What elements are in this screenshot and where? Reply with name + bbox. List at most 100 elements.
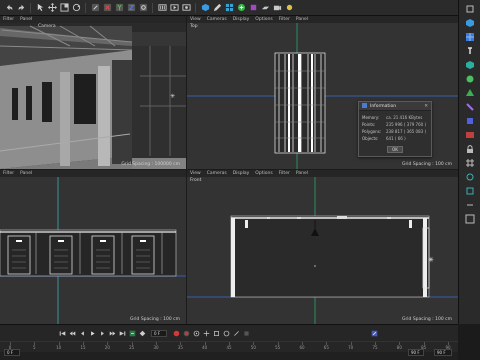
render-picture-viewer-icon[interactable] (169, 3, 179, 13)
solo-icon[interactable] (464, 171, 475, 182)
keyframe-selection-icon[interactable] (192, 329, 200, 337)
timeline-ruler[interactable]: 0 5 10 15 20 25 30 35 40 45 50 55 60 65 70 75 80 85 90 (0, 341, 458, 351)
layout-icon[interactable] (464, 213, 475, 224)
lock-icon[interactable] (464, 143, 475, 154)
front-viewport[interactable]: ✳ View Cameras Display Options Filter Pa… (187, 170, 458, 324)
x-axis-icon[interactable] (102, 3, 112, 13)
scale-key-icon[interactable] (212, 329, 220, 337)
viewport-solo-icon[interactable] (464, 199, 475, 210)
current-frame-field[interactable]: 0 F (151, 329, 167, 337)
pen-icon[interactable] (212, 3, 222, 13)
solo-hierarchy-icon[interactable] (464, 185, 475, 196)
floor-icon[interactable] (260, 3, 270, 13)
viewport-name: Top (190, 24, 198, 29)
render-settings-icon[interactable] (181, 3, 191, 13)
info-icon (362, 102, 367, 110)
ruler-label: 60 (299, 345, 305, 350)
record-icon[interactable] (172, 329, 180, 337)
rotation-key-icon[interactable] (222, 329, 230, 337)
workplane-icon[interactable] (464, 129, 475, 140)
menu-panel[interactable]: Panel (20, 17, 32, 22)
menu-options[interactable]: Options (255, 17, 272, 22)
ok-button[interactable]: OK (387, 146, 403, 153)
menu-panel[interactable]: Panel (296, 17, 308, 22)
cloner-icon[interactable] (236, 3, 246, 13)
info-key: Points: (362, 122, 376, 127)
menu-cameras[interactable]: Cameras (207, 17, 227, 22)
menu-panel[interactable]: Panel (20, 171, 32, 176)
end-frame-field[interactable]: 90 F (408, 349, 424, 356)
camera-icon[interactable] (272, 3, 282, 13)
parameter-key-icon[interactable] (232, 329, 240, 337)
timeline-settings-icon[interactable] (370, 329, 378, 337)
ruler-label: 15 (80, 345, 86, 350)
info-key: Polygons: (362, 129, 382, 134)
texture-mode-icon[interactable] (464, 31, 475, 42)
cube-icon[interactable] (200, 3, 210, 13)
position-key-icon[interactable] (202, 329, 210, 337)
play-icon[interactable] (88, 329, 96, 337)
scale-icon[interactable] (59, 3, 69, 13)
menu-filter[interactable]: Filter (279, 171, 290, 176)
next-frame-icon[interactable] (98, 329, 106, 337)
redo-icon[interactable] (16, 3, 26, 13)
move-icon[interactable] (47, 3, 57, 13)
go-to-start-icon[interactable] (58, 329, 66, 337)
menu-filter[interactable]: Filter (279, 17, 290, 22)
menu-panel[interactable]: Panel (296, 171, 308, 176)
z-axis-icon[interactable] (126, 3, 136, 13)
ruler-label: 40 (202, 345, 208, 350)
cinema4d-window: ✳ Filter Panel Camera Grid Spacing : 100… (0, 0, 480, 360)
model-mode-icon[interactable] (464, 17, 475, 28)
toolbar-divider (152, 2, 153, 13)
render-view-icon[interactable] (157, 3, 167, 13)
menu-cameras[interactable]: Cameras (207, 171, 227, 176)
start-frame-field[interactable]: 0 F (4, 349, 20, 356)
key-mode-icon[interactable] (138, 329, 146, 337)
go-to-end-icon[interactable] (118, 329, 126, 337)
grid-spacing-label: Grid Spacing : 100 cm (401, 317, 452, 322)
object-axis-icon[interactable] (90, 3, 100, 13)
info-key: Objects: (362, 136, 379, 141)
info-value: 235 996 ( 379 760 ) (386, 122, 427, 127)
max-frame-field[interactable]: 90 F (434, 349, 452, 356)
axis-mode-icon[interactable] (464, 45, 475, 56)
dialog-title-bar[interactable]: Information ✕ (359, 102, 431, 111)
next-key-icon[interactable] (108, 329, 116, 337)
autokey-icon[interactable] (182, 329, 190, 337)
right-viewport[interactable]: Filter Panel Grid Spacing : 100 cm (0, 170, 186, 324)
menu-view[interactable]: View (190, 171, 201, 176)
polygons-mode-icon[interactable] (464, 87, 475, 98)
menu-options[interactable]: Options (255, 171, 272, 176)
subdivision-icon[interactable] (224, 3, 234, 13)
previous-key-icon[interactable] (68, 329, 76, 337)
loop-icon[interactable] (128, 329, 136, 337)
coordinate-system-icon[interactable] (138, 3, 148, 13)
grid-icon[interactable] (464, 157, 475, 168)
ruler-label: 20 (104, 345, 110, 350)
menu-display[interactable]: Display (233, 17, 250, 22)
undo-icon[interactable] (4, 3, 14, 13)
snap-icon[interactable] (464, 115, 475, 126)
point-level-icon[interactable] (242, 329, 250, 337)
rotate-icon[interactable] (71, 3, 81, 13)
make-editable-icon[interactable] (464, 3, 475, 14)
previous-frame-icon[interactable] (78, 329, 86, 337)
perspective-viewport[interactable]: ✳ Filter Panel Camera Grid Spacing : 100… (0, 16, 186, 169)
menu-filter[interactable]: Filter (3, 171, 14, 176)
mode-palette (458, 0, 480, 324)
menu-display[interactable]: Display (233, 171, 250, 176)
light-icon[interactable] (284, 3, 294, 13)
menu-view[interactable]: View (190, 17, 201, 22)
select-icon[interactable] (35, 3, 45, 13)
points-mode-icon[interactable] (464, 59, 475, 70)
y-axis-icon[interactable] (114, 3, 124, 13)
preview-range-bar[interactable] (0, 352, 458, 360)
timeline-panel: 0 F 0 5 10 15 20 25 30 35 40 45 50 55 60 65 70 75 80 85 90 (0, 324, 458, 360)
close-icon[interactable]: ✕ (424, 104, 428, 109)
ruler-label: 75 (372, 345, 378, 350)
uv-mode-icon[interactable] (464, 101, 475, 112)
edges-mode-icon[interactable] (464, 73, 475, 84)
menu-filter[interactable]: Filter (3, 17, 14, 22)
bend-icon[interactable] (248, 3, 258, 13)
